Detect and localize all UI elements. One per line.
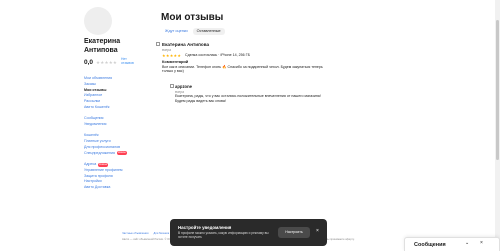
new-badge: Новое [97,161,109,167]
close-icon[interactable]: × [480,240,483,246]
seller-avatar-icon [170,84,174,88]
footer-link[interactable]: Для бизнеса [153,232,169,235]
messages-panel[interactable]: Сообщения [404,237,500,251]
close-icon[interactable]: × [316,228,319,234]
reviewer-avatar-icon [156,42,160,46]
review-author[interactable]: Екатерина Антипова [162,42,209,47]
popup-title: Настройте уведомления [178,225,232,230]
review-comment-label: Комментарий [162,59,189,64]
sidebar-item-special-offers[interactable]: Спецпредложения Новое [84,151,154,157]
scroll-thumb[interactable] [496,20,499,160]
rating-stars: ★★★★★ [96,60,118,65]
avatar[interactable] [84,7,112,35]
page-scrollbar[interactable] [495,0,500,251]
chevron-down-icon[interactable]: ⌄ [465,240,469,246]
review-stars: ★★★★★ [162,52,182,58]
tab-awaiting-rating[interactable]: Ждут оценки [162,28,192,35]
review-deal-info: Сделка состоялась · iPhone 14, 256 ГБ [185,53,250,57]
configure-notifications-button[interactable]: Настроить [278,227,310,238]
no-reviews-link[interactable]: Нет отзывов [121,57,135,65]
reply-text: Екатерина, рады, что у вас остались поло… [175,94,321,103]
sidebar-nav: Мои объявления Заказы Мои отзывы Избранн… [84,76,154,197]
sidebar-item-label: Спецпредложения [84,150,115,155]
sidebar-item-label: Адреса [84,162,97,167]
new-badge: Новое [116,150,128,156]
review-tabs: Ждут оценки Оставленные [162,28,225,35]
review-date: вчера [162,48,172,52]
sidebar-item-avito-wallet[interactable]: Авито Кошелёк [84,105,154,111]
messages-title: Сообщения [414,242,446,248]
profile-name: Екатерина Антипова [84,38,121,54]
sidebar-item-notifications[interactable]: Уведомления [84,122,154,128]
review-comment: Все как в описании. Телефон огонь 🔥 Спас… [162,64,323,74]
tab-left-reviews[interactable]: Оставленные [192,28,225,35]
sidebar-item-avito-delivery[interactable]: Авито Доставка [84,185,154,191]
popup-text: В профиле можно указать, какую информаци… [178,231,269,239]
reply-author[interactable]: appzone [175,84,192,89]
rating-value: 0,0 [84,59,94,66]
page-title: Мои отзывы [161,12,224,23]
footer-link[interactable]: Частные объявления [122,232,148,235]
reply-date: вчера [175,89,185,94]
